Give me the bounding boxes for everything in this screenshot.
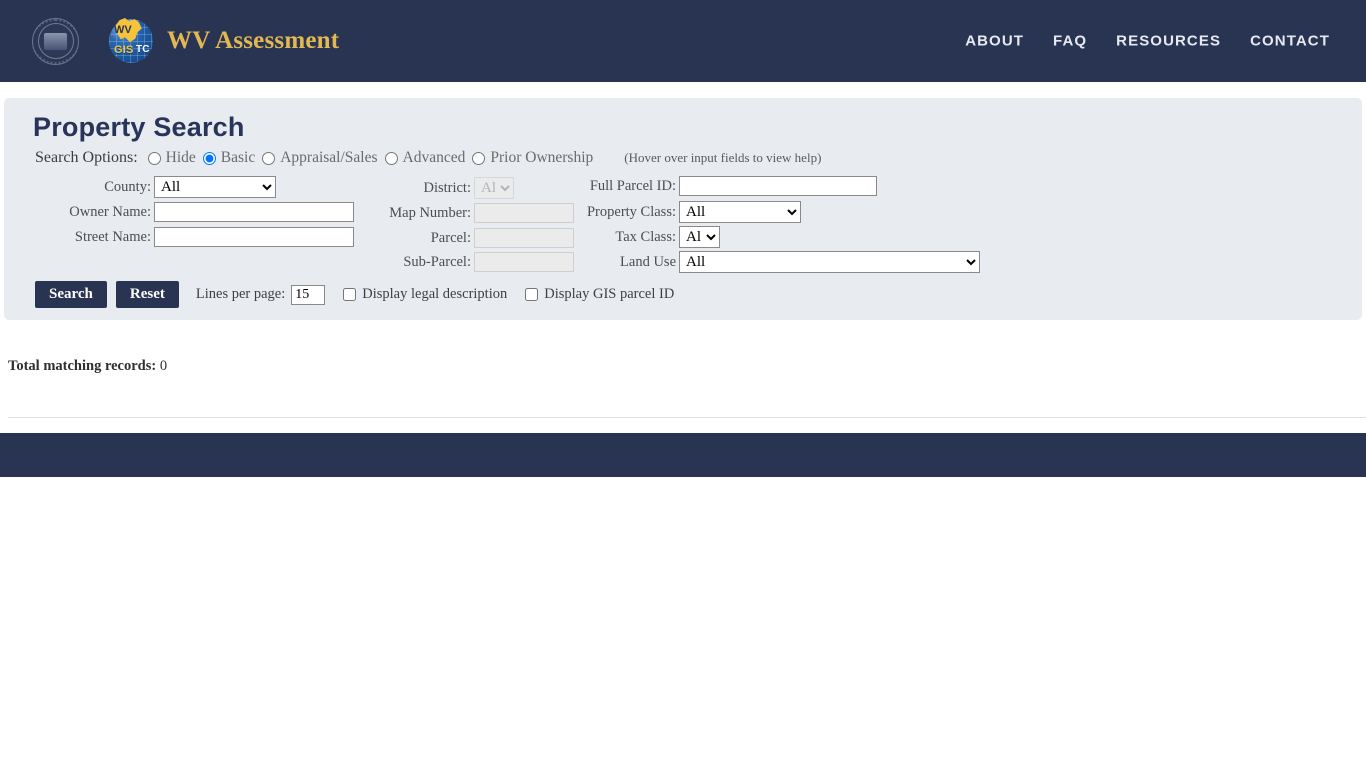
field-street-name-label: Street Name: (74, 228, 151, 245)
logo-gis-text: GIS (114, 44, 134, 56)
search-button[interactable]: Search (35, 281, 107, 308)
display-gis-parcel-id-option[interactable]: Display GIS parcel ID (525, 286, 674, 303)
page-title: Property Search (33, 112, 245, 142)
full-parcel-id-input[interactable] (679, 176, 877, 196)
radio-prior-ownership[interactable] (472, 151, 486, 165)
hover-help-hint: (Hover over input fields to view help) (624, 150, 822, 165)
property-search-panel: Property Search Search Options: Hide Bas… (4, 98, 1362, 320)
property-class-select[interactable]: All (679, 201, 801, 223)
radio-appraisal-sales[interactable] (262, 151, 276, 165)
owner-name-input[interactable] (154, 202, 354, 222)
search-action-row: Search Reset Lines per page: Display leg… (35, 281, 1362, 308)
results-area: Total matching records: 0 (0, 320, 1366, 418)
results-divider (8, 417, 1366, 418)
search-option-advanced-label[interactable]: Advanced (403, 149, 466, 167)
search-option-basic[interactable]: Basic (199, 149, 255, 167)
nav-link-about[interactable]: ABOUT (965, 33, 1024, 50)
field-tax-class: Tax Class: All (544, 226, 720, 248)
field-map-number-label: Map Number: (389, 204, 471, 221)
logo-tc-text: TC (136, 44, 150, 55)
search-options-label: Search Options: (35, 149, 138, 166)
field-owner-name: Owner Name: (4, 202, 354, 222)
field-sub-parcel-label: Sub-Parcel: (403, 253, 471, 270)
display-legal-description-option[interactable]: Display legal description (343, 286, 507, 303)
radio-advanced[interactable] (384, 151, 398, 165)
display-gis-parcel-id-label[interactable]: Display GIS parcel ID (544, 286, 674, 303)
search-option-advanced[interactable]: Advanced (381, 149, 466, 167)
field-map-number: Map Number: (334, 203, 574, 223)
field-full-parcel-id-label: Full Parcel ID: (589, 177, 676, 194)
west-virginia-state-seal-icon (32, 17, 79, 65)
search-option-hide[interactable]: Hide (144, 149, 196, 167)
field-county: County: All (4, 176, 276, 198)
total-matching-records-label: Total matching records: (8, 358, 157, 374)
field-land-use-label: Land Use (620, 253, 676, 270)
total-matching-records: Total matching records: 0 (8, 320, 1366, 375)
search-panel-wrapper: Property Search Search Options: Hide Bas… (0, 82, 1366, 320)
district-select[interactable]: All (474, 177, 514, 199)
radio-hide[interactable] (147, 151, 161, 165)
nav-link-resources[interactable]: RESOURCES (1116, 33, 1221, 50)
search-option-prior-ownership[interactable]: Prior Ownership (468, 149, 593, 167)
site-header: WV GIS TC WV Assessment ABOUT FAQ RESOUR… (0, 0, 1366, 82)
tax-class-select[interactable]: All (679, 226, 720, 248)
radio-basic[interactable] (202, 151, 216, 165)
search-option-prior-ownership-label[interactable]: Prior Ownership (490, 149, 593, 167)
field-district-label: District: (423, 179, 471, 196)
field-parcel-label: Parcel: (430, 229, 471, 246)
field-land-use: Land Use All (544, 251, 980, 273)
search-fields-grid: County: All Owner Name: Street Name: Dis… (4, 173, 1362, 273)
display-gis-parcel-id-checkbox[interactable] (525, 288, 539, 301)
field-parcel: Parcel: (334, 228, 574, 248)
nav-link-faq[interactable]: FAQ (1053, 33, 1087, 50)
nav-link-contact[interactable]: CONTACT (1250, 33, 1330, 50)
search-option-appraisal-sales-label[interactable]: Appraisal/Sales (280, 149, 377, 167)
field-sub-parcel: Sub-Parcel: (334, 252, 574, 272)
street-name-input[interactable] (154, 227, 354, 247)
field-full-parcel-id: Full Parcel ID: (544, 176, 877, 196)
land-use-select[interactable]: All (679, 251, 980, 273)
field-street-name: Street Name: (4, 227, 354, 247)
lines-per-page-label: Lines per page: (195, 286, 286, 302)
field-property-class: Property Class: All (544, 201, 801, 223)
search-option-hide-label[interactable]: Hide (166, 149, 196, 167)
display-legal-description-label[interactable]: Display legal description (362, 286, 507, 303)
lines-per-page-input[interactable] (291, 284, 326, 305)
site-footer (0, 433, 1366, 477)
reset-button[interactable]: Reset (115, 281, 179, 308)
main-navigation: ABOUT FAQ RESOURCES CONTACT (965, 33, 1330, 50)
brand-title: WV Assessment (167, 27, 340, 54)
brand-group[interactable]: WV GIS TC WV Assessment (32, 15, 339, 67)
display-legal-description-checkbox[interactable] (343, 288, 357, 301)
logo-wv-text: WV (114, 24, 132, 36)
search-option-appraisal-sales[interactable]: Appraisal/Sales (258, 149, 378, 167)
field-county-label: County: (104, 178, 151, 195)
field-tax-class-label: Tax Class: (615, 228, 676, 245)
field-owner-name-label: Owner Name: (69, 203, 151, 220)
field-property-class-label: Property Class: (586, 203, 676, 220)
field-district: District: All (334, 177, 514, 199)
wv-gis-tc-logo-icon: WV GIS TC (103, 15, 155, 67)
county-select[interactable]: All (154, 176, 276, 198)
total-matching-records-value: 0 (159, 358, 168, 374)
search-option-basic-label[interactable]: Basic (221, 149, 255, 167)
search-options-row: Search Options: Hide Basic Appraisal/Sal… (35, 149, 1362, 167)
